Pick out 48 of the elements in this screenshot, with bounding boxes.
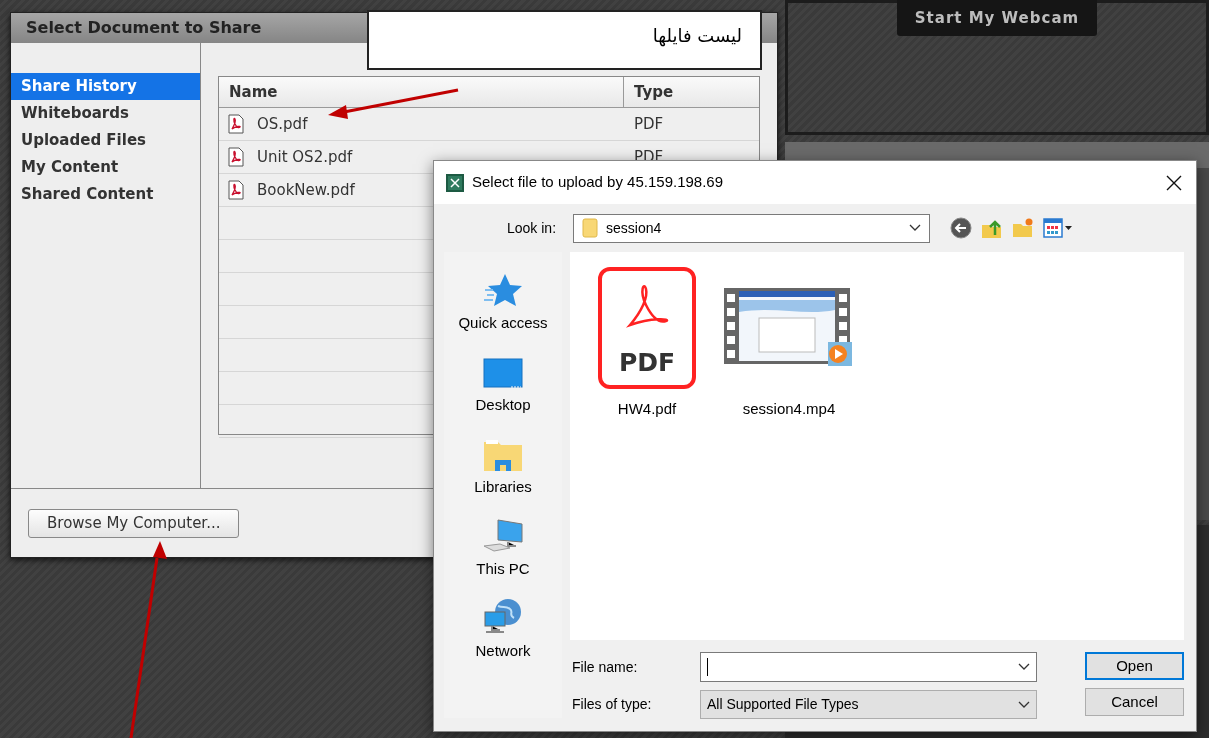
start-webcam-button[interactable]: Start My Webcam bbox=[896, 0, 1098, 36]
sidebar-item[interactable]: Uploaded Files bbox=[11, 127, 200, 154]
chevron-down-icon bbox=[1018, 663, 1030, 671]
dialog-title: Select Document to Share bbox=[26, 17, 262, 39]
file-item[interactable]: PDF HW4.pdf bbox=[598, 266, 696, 421]
browse-computer-button[interactable]: Browse My Computer... bbox=[28, 509, 240, 538]
pdf-file-icon bbox=[227, 147, 245, 167]
place-item[interactable]: Quick access bbox=[458, 264, 548, 334]
video-thumbnail-icon bbox=[724, 288, 854, 368]
pdf-file-icon bbox=[227, 180, 245, 200]
place-item[interactable]: This PC bbox=[476, 510, 530, 580]
text-cursor bbox=[707, 658, 708, 676]
network-icon bbox=[482, 597, 524, 636]
file-name[interactable]: BookNew.pdf bbox=[257, 178, 355, 202]
file-name-field[interactable] bbox=[700, 652, 1037, 682]
file-type-dropdown[interactable]: All Supported File Types bbox=[700, 690, 1037, 719]
place-item[interactable]: Desktop bbox=[475, 346, 531, 416]
folder-icon bbox=[483, 437, 523, 472]
file-item[interactable]: session4.mp4 bbox=[724, 266, 854, 421]
pdf-file-icon bbox=[227, 114, 245, 134]
sidebar-item[interactable]: Shared Content bbox=[11, 181, 200, 208]
dialog-title: Select file to upload by 45.159.198.69 bbox=[472, 172, 725, 193]
folder-icon bbox=[582, 218, 598, 238]
place-item[interactable]: Libraries bbox=[474, 428, 532, 498]
back-icon[interactable] bbox=[950, 217, 972, 239]
place-item[interactable]: Network bbox=[475, 592, 531, 662]
chevron-down-icon bbox=[1018, 700, 1030, 709]
callout-box: ليست فايلها bbox=[367, 10, 762, 70]
dialog-button[interactable]: Open bbox=[1085, 652, 1184, 680]
dialog-button[interactable]: Cancel bbox=[1085, 688, 1184, 716]
sidebar-item[interactable]: Whiteboards bbox=[11, 100, 200, 127]
file-name[interactable]: OS.pdf bbox=[257, 112, 308, 136]
chevron-down-icon bbox=[909, 224, 921, 232]
look-in-label: Look in: bbox=[507, 218, 558, 238]
file-type-label: Files of type: bbox=[571, 695, 653, 714]
view-menu-icon[interactable] bbox=[1043, 218, 1073, 238]
desktop-icon bbox=[483, 357, 523, 390]
column-header[interactable]: Type bbox=[624, 77, 759, 107]
app-icon bbox=[446, 173, 464, 192]
file-name-label: File name: bbox=[571, 657, 639, 677]
sidebar-item[interactable]: My Content bbox=[11, 154, 200, 181]
close-icon[interactable] bbox=[1166, 174, 1182, 191]
computer-icon bbox=[482, 517, 524, 554]
file-type: PDF bbox=[633, 113, 665, 135]
look-in-dropdown[interactable]: session4 bbox=[573, 213, 930, 243]
sidebar-item[interactable]: Share History bbox=[11, 73, 200, 100]
file-name[interactable]: Unit OS2.pdf bbox=[257, 145, 353, 169]
pdf-document-icon: PDF bbox=[598, 267, 696, 389]
